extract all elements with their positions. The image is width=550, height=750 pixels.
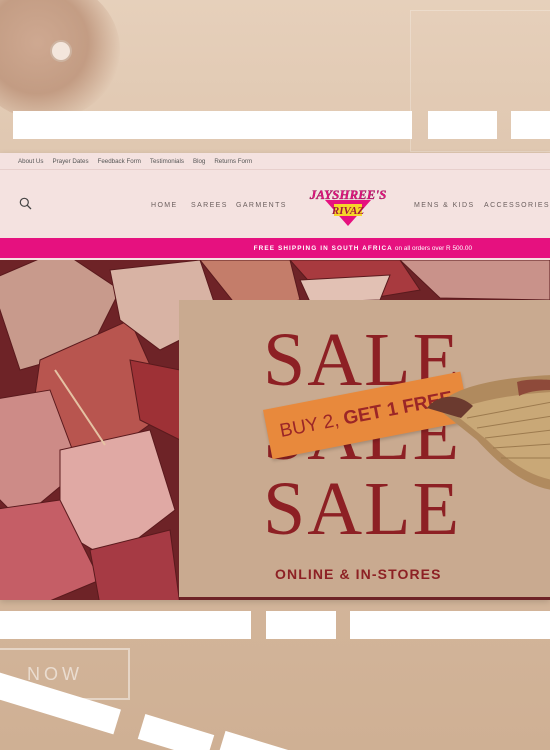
promo-rest-text: on all orders over R 500.00 bbox=[394, 244, 472, 252]
backdrop-bar bbox=[137, 714, 215, 750]
utility-link-feedback-form[interactable]: Feedback Form bbox=[98, 158, 141, 165]
backdrop-bar bbox=[428, 111, 497, 139]
utility-link-returns-form[interactable]: Returns Form bbox=[214, 158, 252, 165]
sale-panel: SALE SALE SALE BUY 2, GET 1 FREE ONLINE … bbox=[179, 300, 550, 597]
nav-sarees[interactable]: SAREES bbox=[191, 202, 228, 209]
online-in-stores-text: ONLINE & IN-STORES bbox=[275, 566, 442, 582]
offer-light-text: BUY 2, bbox=[278, 409, 341, 442]
backdrop-earring bbox=[50, 40, 72, 62]
backdrop-bar bbox=[350, 611, 550, 639]
backdrop-bar bbox=[217, 730, 303, 750]
utility-link-testimonials[interactable]: Testimonials bbox=[150, 158, 184, 165]
backdrop-bar bbox=[13, 111, 412, 139]
backdrop-bar bbox=[266, 611, 336, 639]
nav-home[interactable]: HOME bbox=[151, 202, 178, 209]
site-logo[interactable]: JAYSHREE'S RIVAZ bbox=[303, 184, 393, 228]
nav-mens-kids[interactable]: MENS & KIDS bbox=[414, 202, 475, 209]
promo-strong-text: FREE SHIPPING IN SOUTH AFRICA bbox=[253, 244, 393, 252]
handbag-image bbox=[427, 375, 550, 490]
nav-garments[interactable]: GARMENTS bbox=[236, 202, 287, 209]
website-panel: About Us Prayer Dates Feedback Form Test… bbox=[0, 153, 550, 600]
svg-text:JAYSHREE'S: JAYSHREE'S bbox=[309, 187, 387, 202]
backdrop-bar bbox=[511, 111, 550, 139]
utility-link-blog[interactable]: Blog bbox=[193, 158, 205, 165]
nav-accessories[interactable]: ACCESSORIES bbox=[484, 202, 550, 209]
hero-banner[interactable]: SALE SALE SALE BUY 2, GET 1 FREE ONLINE … bbox=[0, 260, 550, 600]
promo-banner: FREE SHIPPING IN SOUTH AFRICA on all ord… bbox=[0, 238, 550, 258]
utility-link-prayer-dates[interactable]: Prayer Dates bbox=[52, 158, 88, 165]
main-nav: HOME SAREES GARMENTS JAYSHREE'S RIVAZ ME… bbox=[0, 170, 550, 238]
svg-text:RIVAZ: RIVAZ bbox=[331, 205, 364, 217]
utility-nav: About Us Prayer Dates Feedback Form Test… bbox=[0, 153, 550, 169]
utility-link-about-us[interactable]: About Us bbox=[18, 158, 43, 165]
search-icon[interactable] bbox=[19, 197, 32, 210]
backdrop-bar bbox=[0, 611, 251, 639]
